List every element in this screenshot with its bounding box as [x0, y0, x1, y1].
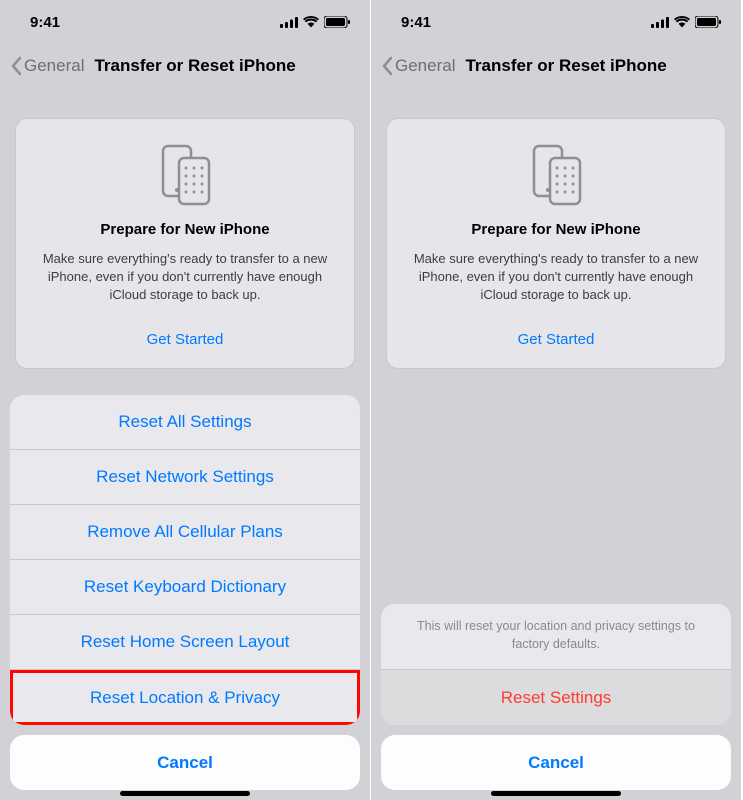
card-description: Make sure everything's ready to transfer…: [32, 250, 338, 305]
status-bar: 9:41: [371, 0, 741, 44]
card-title: Prepare for New iPhone: [403, 221, 709, 238]
prepare-card: Prepare for New iPhone Make sure everyth…: [386, 118, 726, 369]
prepare-card: Prepare for New iPhone Make sure everyth…: [15, 118, 355, 369]
wifi-icon: [303, 16, 319, 28]
cancel-button[interactable]: Cancel: [381, 735, 731, 790]
back-label: General: [24, 56, 84, 76]
phone-right: 9:41 General Transfer or Reset iPhone Pr…: [371, 0, 742, 800]
wifi-icon: [674, 16, 690, 28]
reset-network-settings-button[interactable]: Reset Network Settings: [10, 450, 360, 505]
home-indicator[interactable]: [120, 791, 250, 796]
back-button[interactable]: General: [10, 56, 84, 76]
reset-home-screen-button[interactable]: Reset Home Screen Layout: [10, 615, 360, 670]
chevron-left-icon: [381, 56, 393, 76]
card-title: Prepare for New iPhone: [32, 221, 338, 238]
action-sheet-container: Reset All Settings Reset Network Setting…: [0, 395, 370, 800]
status-indicators: [651, 16, 721, 28]
home-indicator-wrap: [0, 791, 370, 796]
card-description: Make sure everything's ready to transfer…: [403, 250, 709, 305]
battery-icon: [695, 16, 721, 28]
reset-keyboard-dictionary-button[interactable]: Reset Keyboard Dictionary: [10, 560, 360, 615]
status-indicators: [280, 16, 350, 28]
reset-settings-button[interactable]: Reset Settings: [381, 670, 731, 725]
reset-all-settings-button[interactable]: Reset All Settings: [10, 395, 360, 450]
nav-title: Transfer or Reset iPhone: [94, 56, 295, 76]
status-time: 9:41: [391, 14, 431, 31]
phones-icon: [32, 144, 338, 206]
battery-icon: [324, 16, 350, 28]
action-sheet: Reset All Settings Reset Network Setting…: [10, 395, 360, 725]
cellular-icon: [280, 17, 298, 28]
nav-bar: General Transfer or Reset iPhone: [0, 44, 370, 88]
home-indicator-wrap: [371, 791, 741, 796]
confirm-sheet: This will reset your location and privac…: [381, 604, 731, 725]
nav-title: Transfer or Reset iPhone: [465, 56, 666, 76]
confirm-message: This will reset your location and privac…: [381, 604, 731, 670]
get-started-button[interactable]: Get Started: [403, 331, 709, 348]
nav-bar: General Transfer or Reset iPhone: [371, 44, 741, 88]
home-indicator[interactable]: [491, 791, 621, 796]
get-started-button[interactable]: Get Started: [32, 331, 338, 348]
status-bar: 9:41: [0, 0, 370, 44]
phone-left: 9:41 General Transfer or Reset iPhone Pr…: [0, 0, 371, 800]
action-sheet-container: This will reset your location and privac…: [371, 604, 741, 800]
back-button[interactable]: General: [381, 56, 455, 76]
reset-location-privacy-button[interactable]: Reset Location & Privacy: [10, 670, 360, 725]
cellular-icon: [651, 17, 669, 28]
phones-icon: [403, 144, 709, 206]
back-label: General: [395, 56, 455, 76]
remove-cellular-plans-button[interactable]: Remove All Cellular Plans: [10, 505, 360, 560]
status-time: 9:41: [20, 14, 60, 31]
chevron-left-icon: [10, 56, 22, 76]
cancel-button[interactable]: Cancel: [10, 735, 360, 790]
